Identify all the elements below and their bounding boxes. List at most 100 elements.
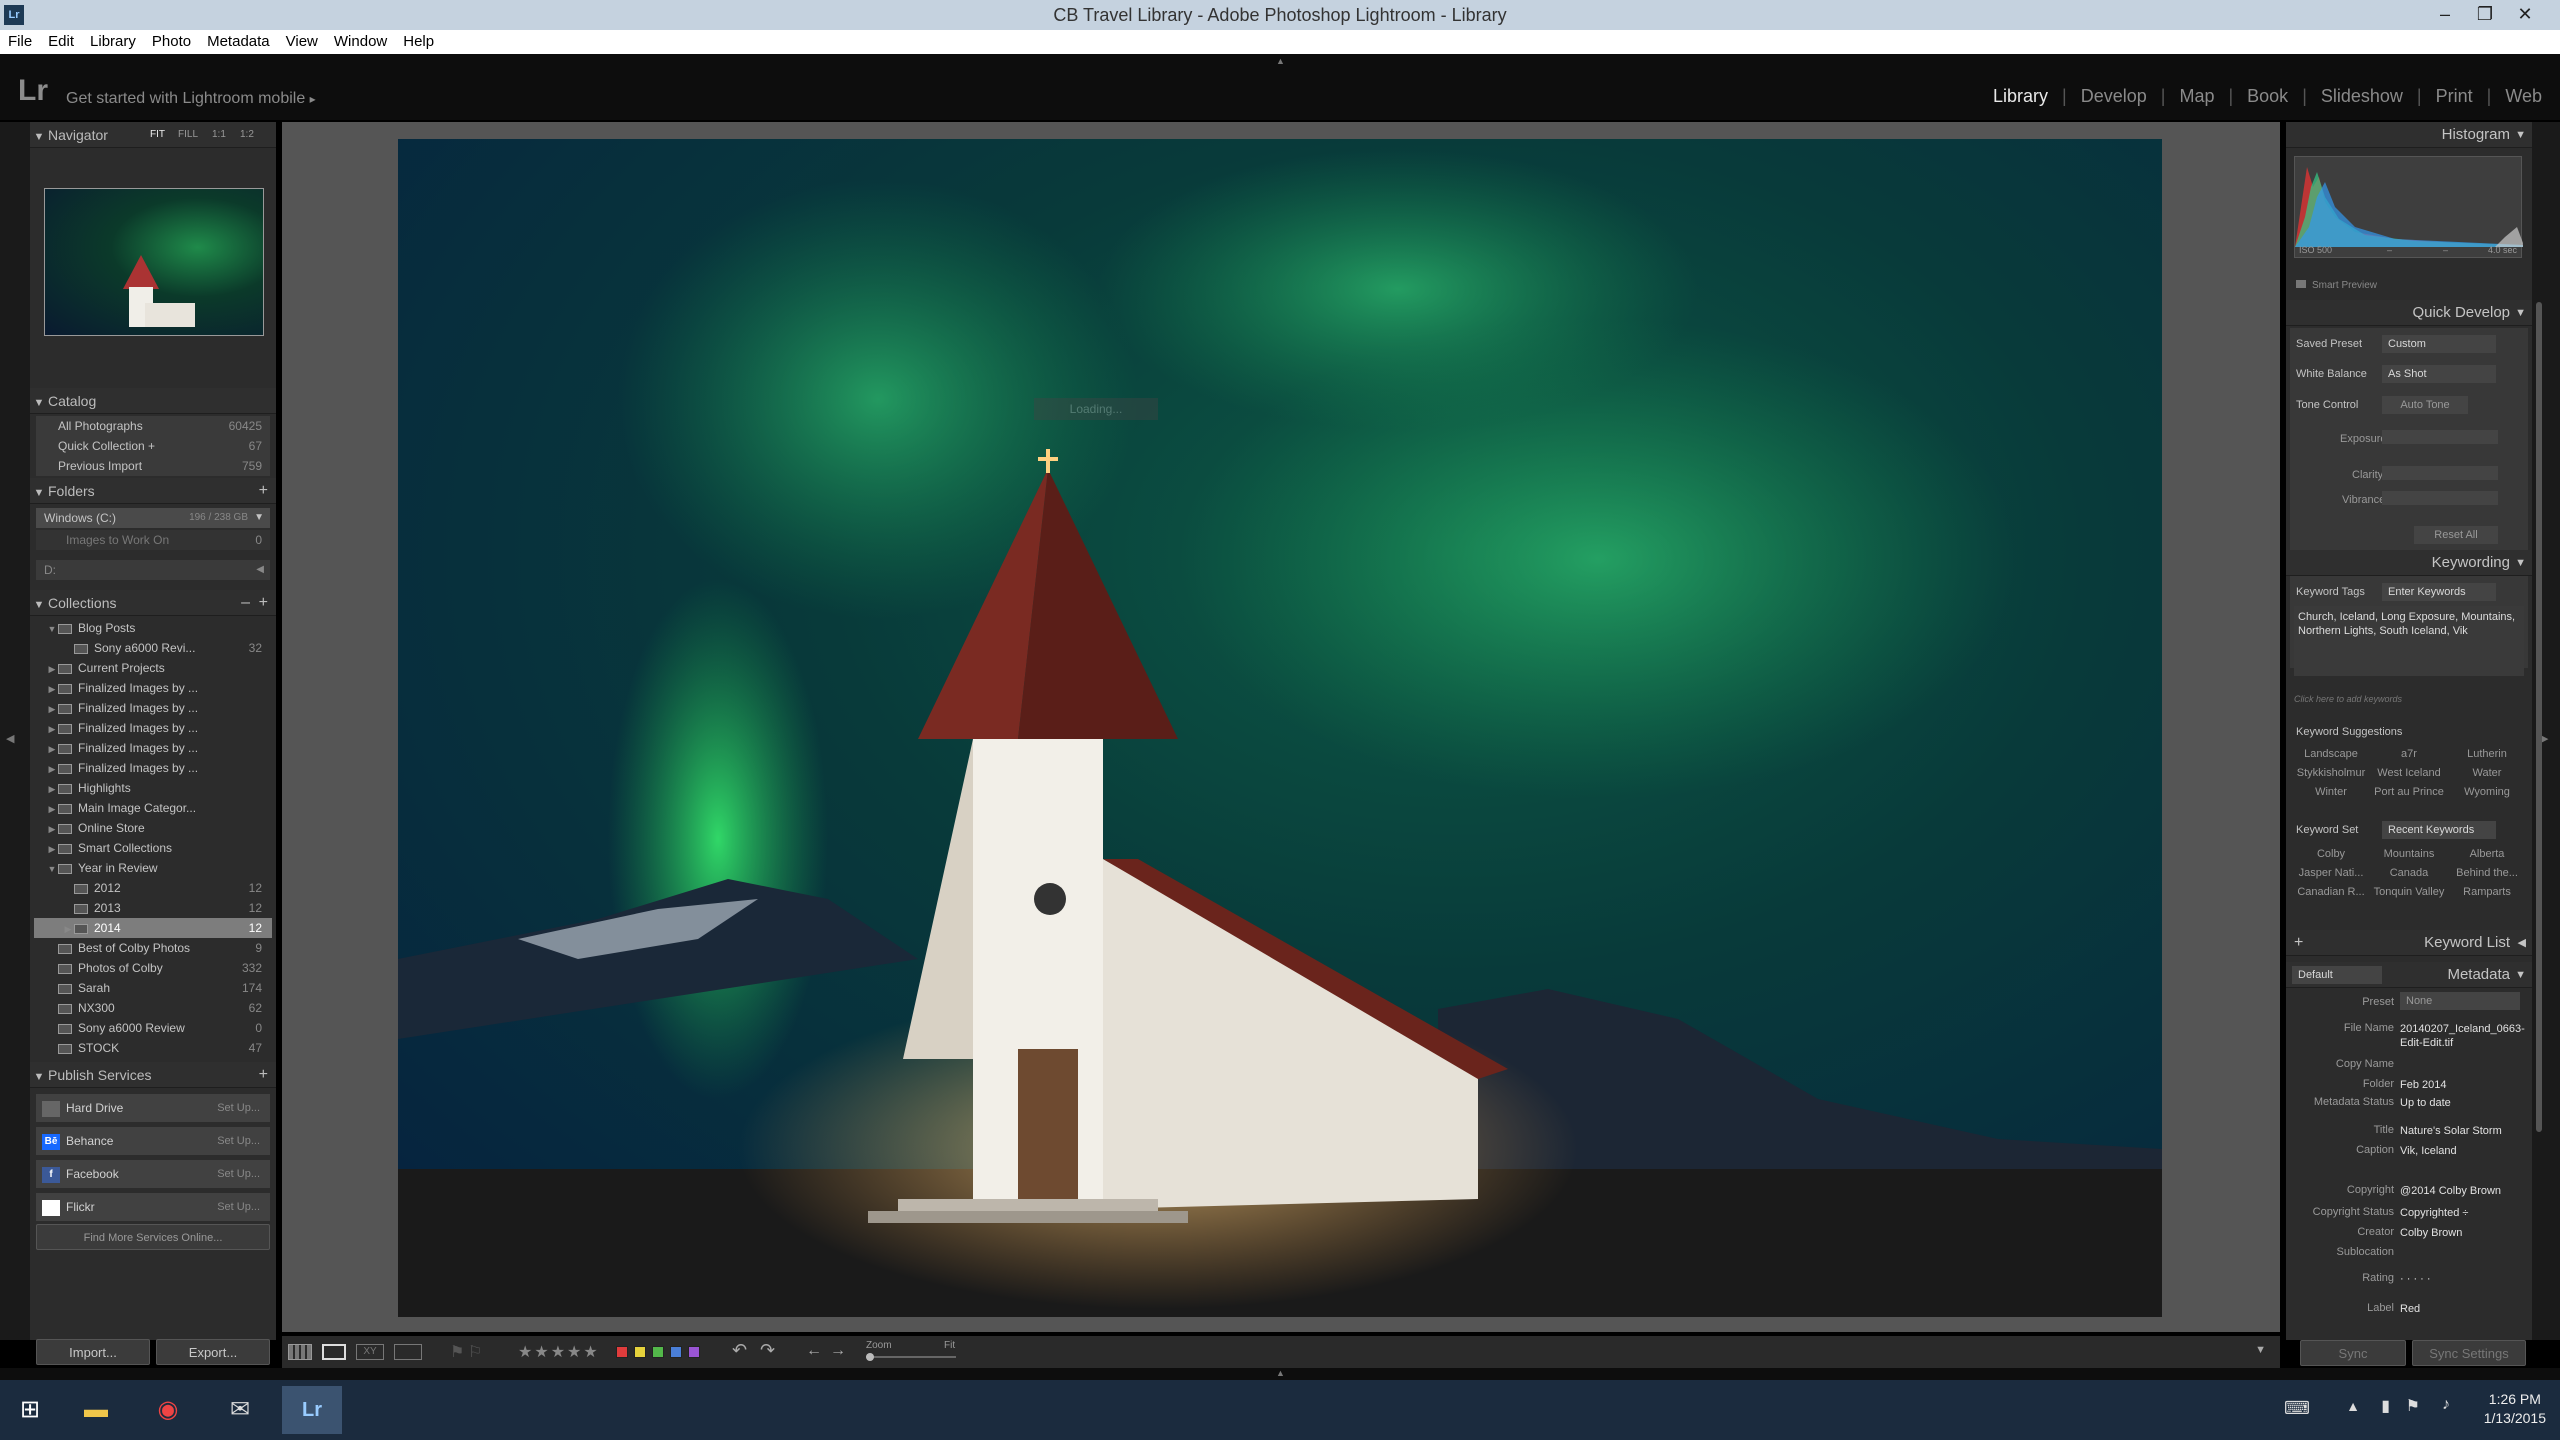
- collection-toggle-icon[interactable]: ▼: [46, 859, 58, 879]
- menu-metadata[interactable]: Metadata: [199, 30, 278, 54]
- keywords-textarea[interactable]: Church, Iceland, Long Exposure, Mountain…: [2294, 606, 2524, 676]
- publish-service-hard-drive[interactable]: Hard Drive Set Up...: [36, 1094, 270, 1122]
- clarity-buttons[interactable]: [2382, 466, 2498, 480]
- collection-item[interactable]: ▶ Finalized Images by ...: [34, 758, 272, 778]
- collection-toggle-icon[interactable]: ▶: [46, 779, 58, 799]
- compare-view-icon[interactable]: XY: [356, 1344, 384, 1360]
- flag-tray-icon[interactable]: ⚑: [2406, 1396, 2420, 1416]
- catalog-item-quick-collection[interactable]: Quick Collection + 67: [36, 436, 270, 456]
- metadata-field-value[interactable]: 20140207_Iceland_0663-Edit-Edit.tif: [2400, 1022, 2525, 1050]
- folder-volume-dropdown-icon[interactable]: ▼: [254, 508, 264, 528]
- collections-header[interactable]: ▼ Collections – +: [30, 590, 276, 616]
- module-slideshow[interactable]: Slideshow: [2321, 86, 2403, 106]
- module-print[interactable]: Print: [2436, 86, 2473, 106]
- publish-service-behance[interactable]: Bē Behance Set Up...: [36, 1127, 270, 1155]
- navigator-header[interactable]: ▼ Navigator FIT FILL 1:1 1:2: [30, 122, 276, 148]
- collection-item[interactable]: ▶ Finalized Images by ...: [34, 678, 272, 698]
- collection-toggle-icon[interactable]: ▶: [46, 739, 58, 759]
- metadata-preset-dropdown[interactable]: Default: [2292, 966, 2382, 984]
- metadata-field-value[interactable]: Colby Brown: [2400, 1226, 2520, 1240]
- collection-item[interactable]: ▶ Finalized Images by ...: [34, 738, 272, 758]
- collections-remove-icon[interactable]: –: [241, 590, 250, 616]
- keyword-suggestion[interactable]: Jasper Nati...: [2292, 867, 2370, 879]
- menu-photo[interactable]: Photo: [144, 30, 199, 54]
- network-icon[interactable]: ▮: [2381, 1396, 2390, 1416]
- keyword-suggestion[interactable]: a7r: [2370, 748, 2448, 760]
- collection-toggle-icon[interactable]: ▶: [46, 699, 58, 719]
- collection-item[interactable]: ▼ Blog Posts: [34, 618, 272, 638]
- add-keywords-input[interactable]: Click here to add keywords: [2294, 694, 2402, 704]
- folder-images-to-work-on[interactable]: Images to Work On 0: [36, 530, 270, 550]
- nav-fit[interactable]: FIT: [150, 122, 165, 148]
- keyword-suggestion[interactable]: Landscape: [2292, 748, 2370, 760]
- keyword-suggestion[interactable]: Alberta: [2448, 848, 2526, 860]
- metadata-field-value[interactable]: Up to date: [2400, 1096, 2520, 1110]
- publish-setup-link[interactable]: Set Up...: [217, 1127, 260, 1155]
- collection-item[interactable]: Best of Colby Photos 9: [34, 938, 272, 958]
- module-map[interactable]: Map: [2179, 86, 2214, 106]
- main-photo[interactable]: [398, 139, 2162, 1317]
- collection-item[interactable]: Sony a6000 Revi... 32: [34, 638, 272, 658]
- keyword-suggestion[interactable]: Mountains: [2370, 848, 2448, 860]
- lightroom-taskbar-icon[interactable]: Lr: [282, 1386, 342, 1434]
- collection-toggle-icon[interactable]: ▶: [46, 799, 58, 819]
- collection-item[interactable]: Sony a6000 Review 0: [34, 1018, 272, 1038]
- folders-add-icon[interactable]: +: [259, 478, 268, 504]
- publish-service-flickr[interactable]: Flickr Set Up...: [36, 1193, 270, 1221]
- flag-reject-icon[interactable]: ⚐: [468, 1342, 482, 1362]
- collection-item[interactable]: ▶ Finalized Images by ...: [34, 698, 272, 718]
- collection-item[interactable]: ▶ Online Store: [34, 818, 272, 838]
- grid-view-icon[interactable]: [288, 1344, 312, 1360]
- lightroom-mobile-link[interactable]: Get started with Lightroom mobile ▸: [66, 90, 316, 108]
- collection-toggle-icon[interactable]: ▶: [46, 659, 58, 679]
- system-clock[interactable]: 1:26 PM 1/13/2015: [2484, 1390, 2546, 1428]
- collection-item[interactable]: ▶ Main Image Categor...: [34, 798, 272, 818]
- menu-help[interactable]: Help: [395, 30, 442, 54]
- flag-pick-icon[interactable]: ⚑: [450, 1342, 464, 1362]
- keyword-suggestion[interactable]: Colby: [2292, 848, 2370, 860]
- collection-toggle-icon[interactable]: ▶: [46, 679, 58, 699]
- module-library[interactable]: Library: [1993, 86, 2048, 106]
- loupe-view-icon[interactable]: [322, 1344, 346, 1360]
- saved-preset-select[interactable]: Custom: [2382, 335, 2496, 353]
- nav-ratio[interactable]: 1:2: [240, 122, 254, 148]
- collection-item[interactable]: NX300 62: [34, 998, 272, 1018]
- exposure-buttons[interactable]: [2382, 430, 2498, 444]
- keyboard-icon[interactable]: ⌨: [2284, 1398, 2310, 1419]
- nav-fill[interactable]: FILL: [178, 122, 198, 148]
- sync-settings-button[interactable]: Sync Settings: [2412, 1340, 2526, 1366]
- color-label-swatch[interactable]: [616, 1346, 628, 1358]
- collection-item[interactable]: ▼ Year in Review: [34, 858, 272, 878]
- keyword-suggestion[interactable]: Water: [2448, 767, 2526, 779]
- previous-photo-icon[interactable]: ←: [806, 1342, 822, 1360]
- histogram-graph[interactable]: ISO 500 – – 4.0 sec: [2294, 156, 2523, 258]
- collection-toggle-icon[interactable]: ▶: [46, 719, 58, 739]
- vibrance-buttons[interactable]: [2382, 491, 2498, 505]
- collection-toggle-icon[interactable]: ▶: [46, 819, 58, 839]
- keyword-suggestion[interactable]: Winter: [2292, 786, 2370, 798]
- collection-toggle-icon[interactable]: ▶: [46, 839, 58, 859]
- folders-header[interactable]: ▼ Folders +: [30, 478, 276, 504]
- color-label-swatch[interactable]: [688, 1346, 700, 1358]
- catalog-item-all-photographs[interactable]: All Photographs 60425: [36, 416, 270, 436]
- color-label-swatch[interactable]: [670, 1346, 682, 1358]
- folder-volume-d-collapse-icon[interactable]: ◀: [256, 560, 264, 580]
- color-label-swatch[interactable]: [652, 1346, 664, 1358]
- catalog-header[interactable]: ▼ Catalog: [30, 388, 276, 414]
- survey-view-icon[interactable]: [394, 1344, 422, 1360]
- publish-setup-link[interactable]: Set Up...: [217, 1094, 260, 1122]
- rotate-right-icon[interactable]: ↷: [760, 1340, 775, 1361]
- keyword-list-add-icon[interactable]: +: [2294, 930, 2303, 956]
- menu-edit[interactable]: Edit: [40, 30, 82, 54]
- quick-develop-header[interactable]: Quick Develop ▼: [2286, 300, 2532, 326]
- export-button[interactable]: Export...: [156, 1339, 270, 1365]
- keyword-suggestion[interactable]: Port au Prince: [2370, 786, 2448, 798]
- histogram-header[interactable]: Histogram ▼: [2286, 122, 2532, 148]
- collection-item[interactable]: ▶ Smart Collections: [34, 838, 272, 858]
- chrome-icon[interactable]: ◉: [138, 1386, 198, 1434]
- metadata-field-value[interactable]: Nature's Solar Storm: [2400, 1124, 2520, 1138]
- collection-item[interactable]: 2012 12: [34, 878, 272, 898]
- metadata-header[interactable]: Default Metadata ▼: [2286, 962, 2532, 988]
- navigator-preview[interactable]: [44, 188, 264, 336]
- keyword-suggestion[interactable]: Canadian R...: [2292, 886, 2370, 898]
